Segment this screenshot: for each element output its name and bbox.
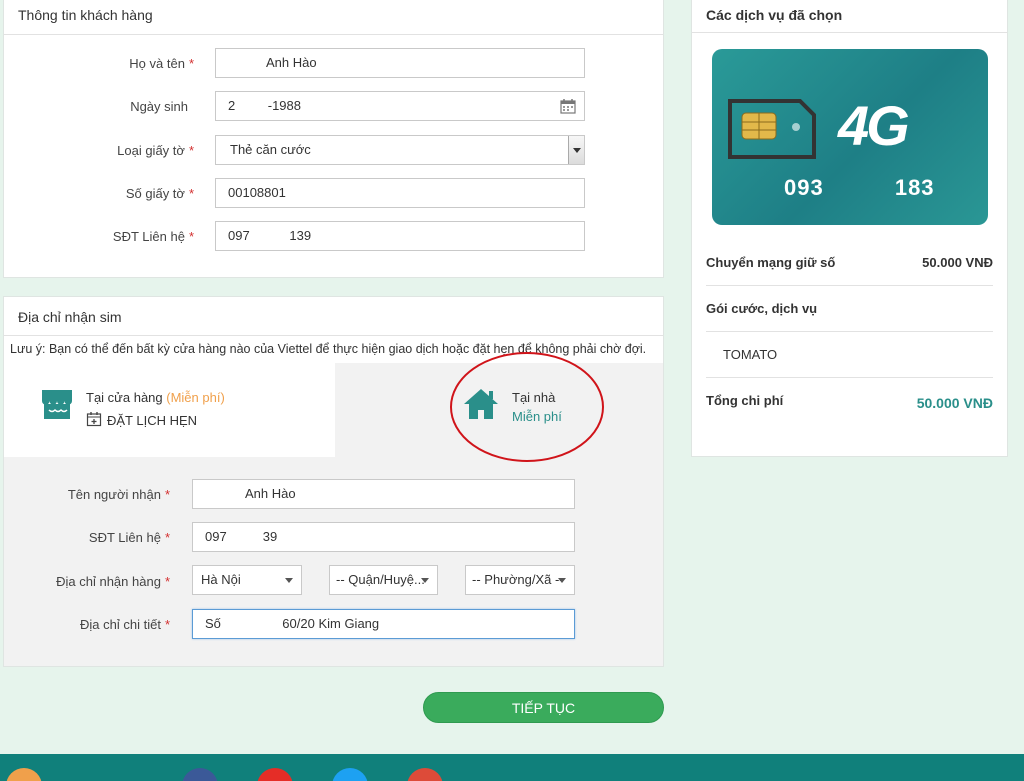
receiver-phone-label: SĐT Liên hệ * (88, 530, 170, 545)
store-option-label: Tại cửa hàng (Miễn phí) (86, 390, 225, 405)
footer-bar (0, 754, 1024, 781)
service-row: Gói cước, dịch vụ (706, 301, 818, 316)
chevron-down-icon (558, 578, 566, 583)
store-icon (42, 390, 72, 419)
divider (706, 285, 993, 286)
total-row: Tổng chi phí 50.000 VNĐ (706, 393, 993, 411)
district-select[interactable]: -- Quận/Huyệ... (329, 565, 438, 595)
customer-info-title: Thông tin khách hàng (18, 7, 153, 23)
birthdate-label: Ngày sinh (130, 99, 188, 114)
id-number-input[interactable]: 00108801 (215, 178, 585, 208)
chevron-down-icon (421, 578, 429, 583)
contact-phone-input[interactable]: 097 139 (215, 221, 585, 251)
divider (706, 331, 993, 332)
divider (4, 335, 663, 336)
total-value: 50.000 VNĐ (916, 395, 993, 411)
address-title: Địa chỉ nhận sim (18, 309, 122, 325)
divider (4, 34, 663, 35)
calendar-icon[interactable] (560, 98, 576, 114)
selected-services-panel: Các dịch vụ đã chọn 4G 093 183 Chuyển mạ… (691, 0, 1008, 457)
fullname-label: Họ và tên * (129, 56, 194, 71)
sim-phone-number: 093 183 (784, 175, 935, 200)
annotation-circle (450, 352, 604, 462)
chevron-down-icon (285, 578, 293, 583)
customer-info-panel: Thông tin khách hàng Họ và tên * Anh Hào … (3, 0, 664, 278)
continue-button[interactable]: TIẾP TỤC (423, 692, 664, 723)
ward-select[interactable]: -- Phường/Xã -- (465, 565, 575, 595)
service-row: Chuyển mạng giữ số 50.000 VNĐ (706, 255, 993, 270)
detail-address-input[interactable]: Số 60/20 Kim Giang (192, 609, 575, 639)
sim-card-image: 4G 093 183 (712, 49, 988, 225)
receiver-phone-input[interactable]: 097 39 (192, 522, 575, 552)
divider (692, 32, 1007, 33)
services-title: Các dịch vụ đã chọn (706, 7, 843, 23)
id-number-label: Số giấy tờ * (125, 186, 194, 201)
province-select[interactable]: Hà Nội (192, 565, 302, 595)
chevron-down-icon[interactable] (568, 136, 584, 164)
sim-4g-badge: 4G (838, 94, 910, 157)
package-name: TOMATO (723, 347, 778, 362)
receiver-name-input[interactable]: Anh Hào (192, 479, 575, 509)
detail-address-label: Địa chỉ chi tiết * (80, 617, 170, 632)
id-type-select[interactable]: Thẻ căn cước (215, 135, 585, 165)
id-type-label: Loại giấy tờ * (117, 143, 194, 158)
store-delivery-option[interactable]: Tại cửa hàng (Miễn phí) ĐẶT LỊCH HẸN (4, 362, 335, 457)
receiver-name-label: Tên người nhận * (67, 487, 170, 502)
fullname-input[interactable]: Anh Hào (215, 48, 585, 78)
schedule-appointment-link[interactable]: ĐẶT LỊCH HẸN (107, 413, 197, 428)
birthdate-input[interactable]: 2 -1988 (215, 91, 585, 121)
delivery-address-label: Địa chỉ nhận hàng * (56, 574, 170, 589)
divider (706, 377, 993, 378)
contact-phone-label: SĐT Liên hệ * (112, 229, 194, 244)
sim-chip-icon (728, 99, 816, 159)
calendar-plus-icon (86, 412, 102, 427)
